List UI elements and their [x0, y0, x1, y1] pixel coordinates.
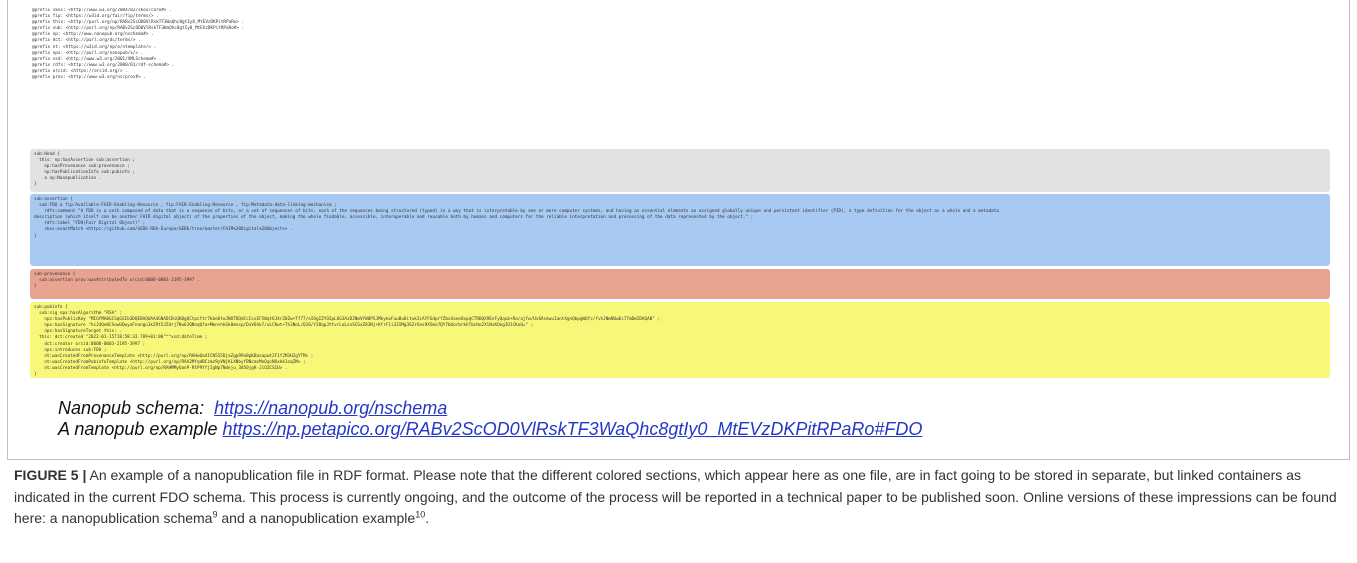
example-link-label: A nanopub example	[58, 419, 218, 439]
example-link[interactable]: https://np.petapico.org/RABv2ScOD0VlRskT…	[222, 419, 922, 439]
caption-text-2: and a nanopublication example	[217, 510, 416, 526]
code-line: @prefix prov: <http://www.w3.org/ns/prov…	[32, 75, 146, 81]
assertion-graph-block: sub:assertion { sub:FDO a fip:Available-…	[30, 194, 1330, 266]
schema-link-label: Nanopub schema:	[58, 398, 205, 418]
code-line: }	[34, 372, 37, 378]
example-link-line: A nanopub example https://np.petapico.or…	[58, 419, 1308, 440]
head-graph-block: sub:Head { this: np:hasAssertion sub:ass…	[30, 149, 1330, 192]
caption-end: .	[425, 510, 430, 526]
figure-links: Nanopub schema: https://nanopub.org/nsch…	[58, 398, 1308, 440]
figure-label: FIGURE 5 |	[14, 467, 87, 483]
footnote-10[interactable]: 10	[415, 509, 425, 519]
schema-link[interactable]: https://nanopub.org/nschema	[214, 398, 447, 418]
pubinfo-graph-block: sub:pubinfo { sub:sig npx:hasAlgorithm "…	[30, 302, 1330, 378]
figure-caption: FIGURE 5 | An example of a nanopublicati…	[14, 465, 1344, 530]
code-line: }	[34, 182, 37, 188]
code-screenshot: @prefix skos: <http://www.w3.org/2004/02…	[22, 6, 1334, 378]
provenance-graph-block: sub:provenance { sub:assertion prov:wasA…	[30, 269, 1330, 299]
schema-link-line: Nanopub schema: https://nanopub.org/nsch…	[58, 398, 1308, 419]
code-line: }	[34, 284, 37, 290]
code-line: }	[34, 233, 37, 239]
prefix-declarations: @prefix skos: <http://www.w3.org/2004/02…	[32, 8, 1322, 81]
